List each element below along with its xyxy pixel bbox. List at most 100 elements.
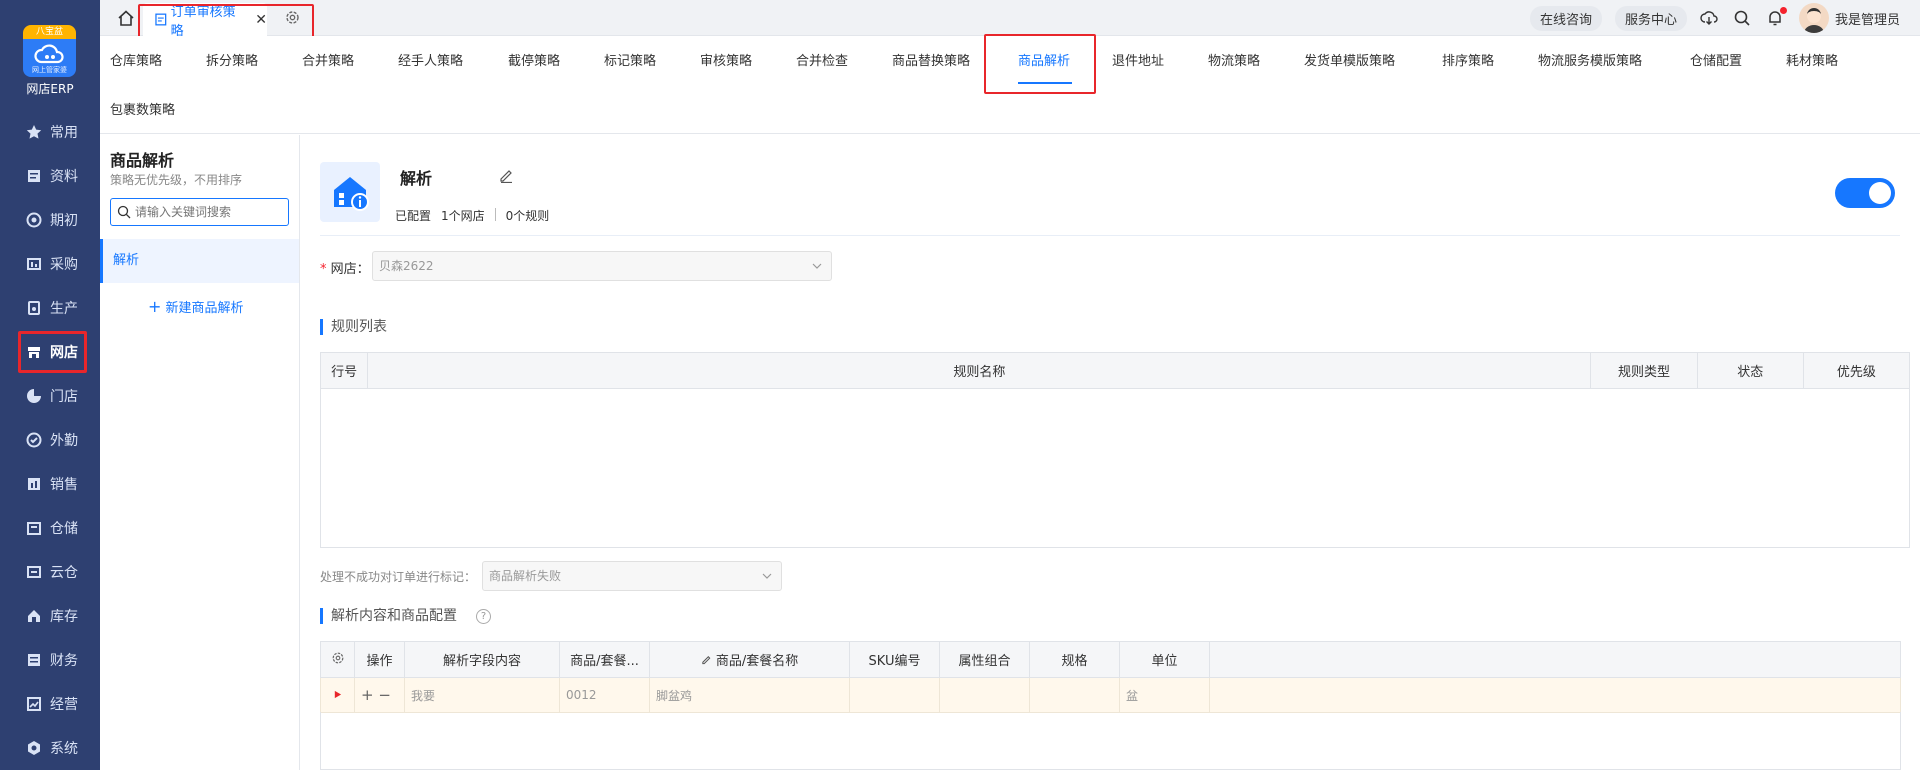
search-box xyxy=(110,198,289,226)
remove-row-icon[interactable]: − xyxy=(378,686,391,704)
sidebar-item-shop[interactable]: 门店 xyxy=(0,374,100,418)
divider xyxy=(494,208,496,221)
star-icon xyxy=(26,125,42,139)
settings-icon xyxy=(28,741,40,755)
sidebar-item-cloud-warehouse[interactable]: 云仓 xyxy=(0,550,100,594)
sku-cell[interactable] xyxy=(849,677,940,713)
app-logo[interactable]: 八宝盆 网上管家婆 xyxy=(23,25,76,77)
tab-intercept-strategy[interactable]: 截停策略 xyxy=(508,50,560,70)
column-header[interactable]: 规则名称 xyxy=(367,352,1592,389)
service-center-button[interactable]: 服务中心 xyxy=(1614,5,1687,31)
column-header[interactable]: 属性组合 xyxy=(939,641,1030,678)
online-consult-button[interactable]: 在线咨询 xyxy=(1529,5,1602,31)
tab-merge-strategy[interactable]: 合并策略 xyxy=(302,50,354,70)
sidebar-item-label: 库存 xyxy=(50,609,78,625)
table-row[interactable]: + − 我要 0012 脚盆鸡 盆 xyxy=(320,677,1901,713)
sidebar-item-purchase[interactable]: 采购 xyxy=(0,242,100,286)
tab-merge-check[interactable]: 合并检查 xyxy=(796,50,848,70)
chart-icon xyxy=(28,478,40,490)
tab-storage-config[interactable]: 仓储配置 xyxy=(1690,50,1742,70)
unit-cell[interactable]: 盆 xyxy=(1119,677,1210,713)
column-header[interactable]: 规则类型 xyxy=(1590,352,1698,389)
product-name-cell[interactable]: 脚盆鸡 xyxy=(649,677,850,713)
sidebar-item-field[interactable]: 外勤 xyxy=(0,418,100,462)
sidebar-item-opening[interactable]: 期初 xyxy=(0,198,100,242)
config-table: 操作 解析字段内容 商品/套餐... 商品/套餐名称 SKU编号 属性组合 规格… xyxy=(320,641,1901,713)
rules-table: 行号 规则名称 规则类型 状态 优先级 xyxy=(319,352,1911,389)
sidebar-item-label: 期初 xyxy=(50,213,78,229)
sidebar-item-data[interactable]: 资料 xyxy=(0,154,100,198)
add-row-icon[interactable]: + xyxy=(361,686,374,704)
column-header[interactable]: 单位 xyxy=(1119,641,1210,678)
column-header[interactable]: 操作 xyxy=(354,641,405,678)
field-icon xyxy=(26,432,42,448)
tab-package-count-strategy[interactable]: 包裹数策略 xyxy=(110,99,175,119)
sidebar-item-sales[interactable]: 销售 xyxy=(0,462,100,506)
plus-icon: + xyxy=(148,297,162,316)
column-header[interactable]: 行号 xyxy=(319,352,369,389)
gear-icon xyxy=(332,652,343,663)
user-name[interactable]: 我是管理员 xyxy=(1835,9,1900,28)
product-code-cell[interactable]: 0012 xyxy=(559,677,650,713)
column-header[interactable]: 解析字段内容 xyxy=(404,641,560,678)
sidebar-item-production[interactable]: 生产 xyxy=(0,286,100,330)
column-header[interactable]: SKU编号 xyxy=(849,641,940,678)
fail-mark-label: 处理不成功对订单进行标记： xyxy=(320,570,477,584)
fail-mark-select[interactable]: 商品解析失败 xyxy=(482,561,782,591)
sidebar-item-warehouse[interactable]: 仓储 xyxy=(0,506,100,550)
spec-cell[interactable] xyxy=(1029,677,1120,713)
tab-product-replace-strategy[interactable]: 商品替换策略 xyxy=(892,50,970,70)
strategy-item-parse[interactable]: 解析 xyxy=(100,239,299,283)
tab-handler-strategy[interactable]: 经手人策略 xyxy=(398,50,463,70)
cloud-download-icon[interactable] xyxy=(1700,9,1718,27)
tab-mark-strategy[interactable]: 标记策略 xyxy=(604,50,656,70)
edit-icon[interactable] xyxy=(499,168,514,183)
purchase-icon xyxy=(27,258,41,270)
tab-logistics-strategy[interactable]: 物流策略 xyxy=(1208,50,1260,70)
sidebar-item-store[interactable]: 网店 xyxy=(17,330,88,374)
tab-consumables-strategy[interactable]: 耗材策略 xyxy=(1786,50,1838,70)
document-icon xyxy=(28,170,40,182)
strategy-stats: 已配置 1个网店 0个规则 xyxy=(395,207,559,224)
enable-toggle[interactable] xyxy=(1835,178,1895,208)
sidebar: 八宝盆 网上管家婆 网店ERP 常用 资料 期初 采购 生产 网店 门店 外勤 … xyxy=(0,0,100,770)
search-icon[interactable] xyxy=(1733,9,1751,27)
tab-review-strategy[interactable]: 审核策略 xyxy=(700,50,752,70)
sidebar-item-finance[interactable]: 财务 xyxy=(0,638,100,682)
bell-icon[interactable] xyxy=(1766,7,1787,27)
store-select-value: 贝森2622 xyxy=(379,259,434,273)
sidebar-item-common[interactable]: 常用 xyxy=(0,110,100,154)
avatar[interactable] xyxy=(1798,3,1829,33)
parse-content-cell[interactable]: 我要 xyxy=(404,677,560,713)
tab-split-strategy[interactable]: 拆分策略 xyxy=(206,50,258,70)
help-icon[interactable]: ? xyxy=(476,609,491,624)
search-input[interactable] xyxy=(135,202,285,222)
store-icon xyxy=(28,347,40,358)
sidebar-item-inventory[interactable]: 库存 xyxy=(0,594,100,638)
row-actions: + − xyxy=(354,677,405,713)
sidebar-item-label: 云仓 xyxy=(50,565,78,581)
sidebar-item-label: 系统 xyxy=(50,741,78,757)
sidebar-item-system[interactable]: 系统 xyxy=(0,726,100,770)
logo-subtitle: 网上管家婆 xyxy=(32,66,67,74)
column-header[interactable]: 规格 xyxy=(1029,641,1120,678)
finance-icon xyxy=(28,654,40,666)
rules-section-title: 规则列表 xyxy=(320,319,387,335)
column-header[interactable]: 优先级 xyxy=(1802,352,1911,389)
column-header[interactable]: 状态 xyxy=(1696,352,1804,389)
sidebar-item-business[interactable]: 经营 xyxy=(0,682,100,726)
pie-icon xyxy=(27,389,41,403)
sidebar-item-label: 销售 xyxy=(50,477,78,493)
home-icon[interactable] xyxy=(117,9,135,27)
tab-invoice-template-strategy[interactable]: 发货单模版策略 xyxy=(1304,50,1395,70)
attrs-cell[interactable] xyxy=(939,677,1030,713)
column-header-name[interactable]: 商品/套餐名称 xyxy=(649,641,850,678)
column-header[interactable]: 商品/套餐... xyxy=(559,641,650,678)
store-select[interactable]: 贝森2622 xyxy=(372,251,832,281)
column-settings[interactable] xyxy=(320,641,355,678)
tab-return-address[interactable]: 退件地址 xyxy=(1112,50,1164,70)
tab-warehouse-strategy[interactable]: 仓库策略 xyxy=(110,50,162,70)
tab-sort-strategy[interactable]: 排序策略 xyxy=(1442,50,1494,70)
new-product-parse-button[interactable]: + 新建商品解析 xyxy=(148,297,244,316)
tab-logistics-service-template[interactable]: 物流服务模版策略 xyxy=(1538,50,1642,70)
